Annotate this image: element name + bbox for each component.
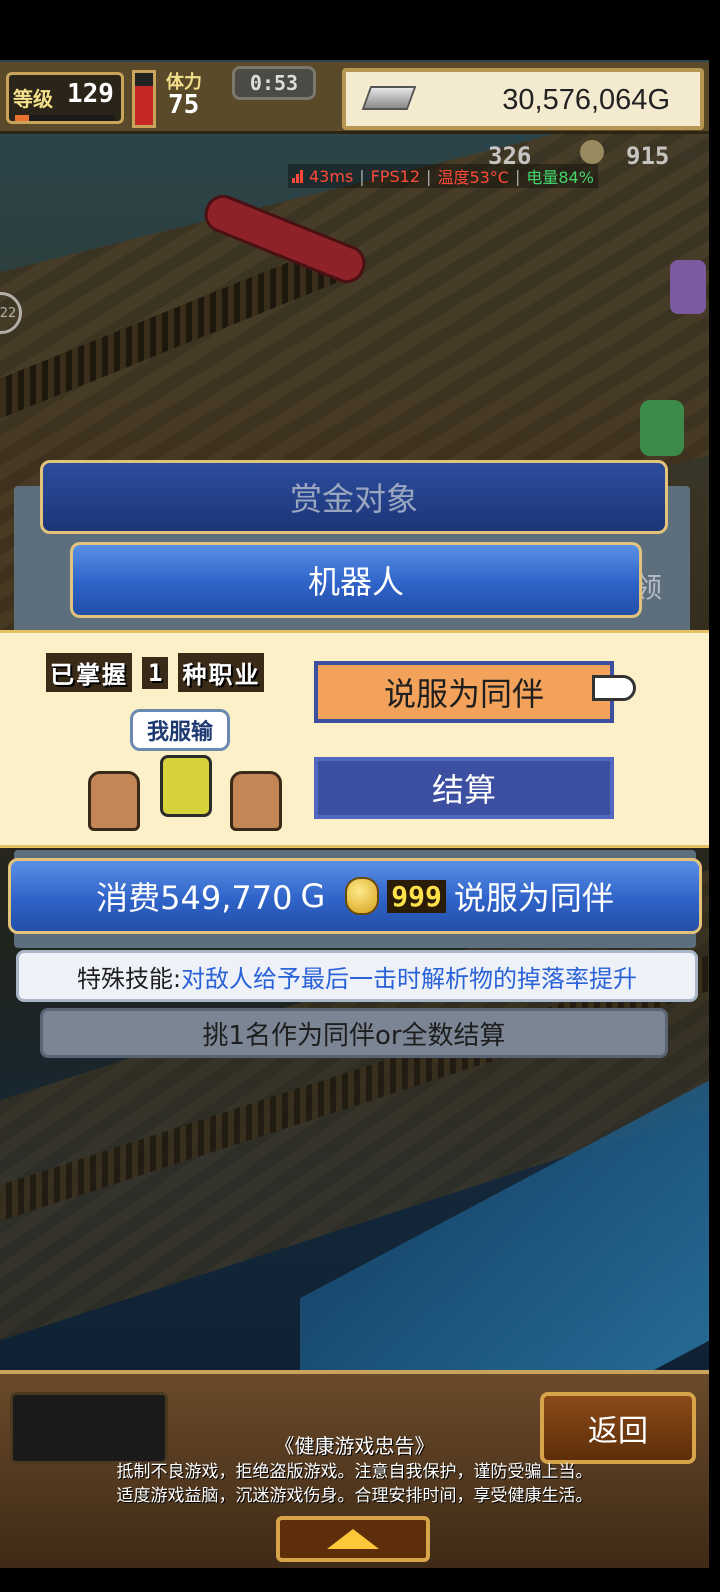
recruit-panel: 已掌握 1 种职业 我服输 说服为同伴 结算 — [0, 630, 709, 848]
temperature-text: 温度53°C — [437, 168, 509, 187]
top-hud-bar: 等级 129 体力 75 0:53 30,576,064G — [0, 62, 709, 134]
cost-suffix: 说服为同伴 — [453, 879, 614, 917]
mastered-suffix: 种职业 — [178, 653, 265, 692]
pointer-hand-icon — [592, 675, 636, 701]
floating-assist-label: 22 — [0, 305, 17, 321]
stamina-gauge — [132, 70, 156, 128]
cost-prefix: 消费549,770 — [96, 879, 293, 917]
latency-text: 43ms — [309, 166, 354, 186]
bottom-bar: 返回 《健康游戏忠告》 抵制不良游戏，拒绝盗版游戏。注意自我保护，谨防受骗上当。… — [0, 1370, 709, 1568]
fps-text: FPS12 — [370, 166, 421, 186]
stamina-gauge-fill — [135, 86, 153, 125]
timer-box: 0:53 — [232, 66, 316, 100]
sep-2: | — [426, 166, 432, 186]
skill-description: 对敌人给予最后一击时解析物的掉落率提升 — [181, 964, 638, 993]
health-notice: 《健康游戏忠告》 抵制不良游戏，拒绝盗版游戏。注意自我保护，谨防受骗上当。 适度… — [0, 1432, 709, 1508]
signal-icon — [292, 169, 303, 183]
skill-label: 特殊技能: — [76, 964, 182, 993]
exp-bar — [15, 115, 115, 121]
mastered-jobs-line: 已掌握 1 种职业 — [46, 653, 265, 692]
timer-value: 0:53 — [249, 71, 299, 95]
speech-bubble: 我服输 — [130, 709, 230, 751]
performance-overlay: 43ms | FPS12 | 温度53°C | 电量84% — [288, 164, 598, 188]
instruction-hint-text: 挑1名作为同伴or全数结算 — [202, 1020, 506, 1051]
level-label: 等级 — [13, 87, 53, 111]
settle-button[interactable]: 结算 — [314, 757, 614, 819]
sep-1: | — [359, 166, 365, 186]
medal-small-icon — [580, 140, 604, 164]
persuade-button[interactable]: 说服为同伴 — [314, 661, 614, 723]
robot-sprite-left — [88, 771, 140, 831]
arrow-up-icon — [327, 1529, 379, 1549]
medal-coin-icon — [345, 877, 380, 915]
silver-bar-icon — [361, 86, 417, 110]
mastered-count: 1 — [142, 656, 169, 689]
counter-b: 915 — [626, 142, 670, 170]
bounty-header-title: 赏金对象 — [289, 480, 418, 518]
instruction-hint: 挑1名作为同伴or全数结算 — [40, 1008, 668, 1058]
medal-count: 999 — [387, 879, 446, 913]
battery-text: 电量84% — [526, 168, 594, 187]
stamina-value: 75 — [168, 90, 200, 120]
sep-3: | — [514, 166, 521, 186]
robot-sprite-right — [230, 771, 282, 831]
confirm-persuade-bar[interactable]: 消费549,770 G 999 说服为同伴 — [8, 858, 702, 934]
gold-box: 30,576,064G — [342, 68, 704, 130]
speech-bubble-text: 我服输 — [146, 720, 213, 745]
health-notice-title: 《健康游戏忠告》 — [274, 1434, 435, 1458]
health-notice-line-2: 适度游戏益脑，沉迷游戏伤身。合理安排时间，享受健康生活。 — [116, 1486, 593, 1506]
target-name: 机器人 — [307, 563, 404, 601]
npc-sprite-right — [670, 260, 706, 314]
mastered-prefix: 已掌握 — [46, 653, 132, 692]
robot-sprite-center — [160, 755, 212, 817]
persuade-button-label: 说服为同伴 — [383, 675, 544, 713]
settle-button-label: 结算 — [431, 771, 496, 809]
level-box: 等级 129 — [6, 72, 124, 124]
health-notice-line-1: 抵制不良游戏，拒绝盗版游戏。注意自我保护，谨防受骗上当。 — [116, 1462, 593, 1482]
npc-sprite-green — [640, 400, 684, 456]
target-name-banner[interactable]: 机器人 — [70, 542, 642, 618]
level-value: 129 — [67, 79, 114, 109]
expand-menu-button[interactable] — [276, 1516, 430, 1562]
bounty-header: 赏金对象 — [40, 460, 668, 534]
exp-bar-fill — [15, 115, 29, 121]
gold-amount: 30,576,064G — [502, 84, 670, 116]
cost-unit: G — [300, 877, 326, 915]
special-skill-box: 特殊技能: 对敌人给予最后一击时解析物的掉落率提升 — [16, 950, 698, 1002]
